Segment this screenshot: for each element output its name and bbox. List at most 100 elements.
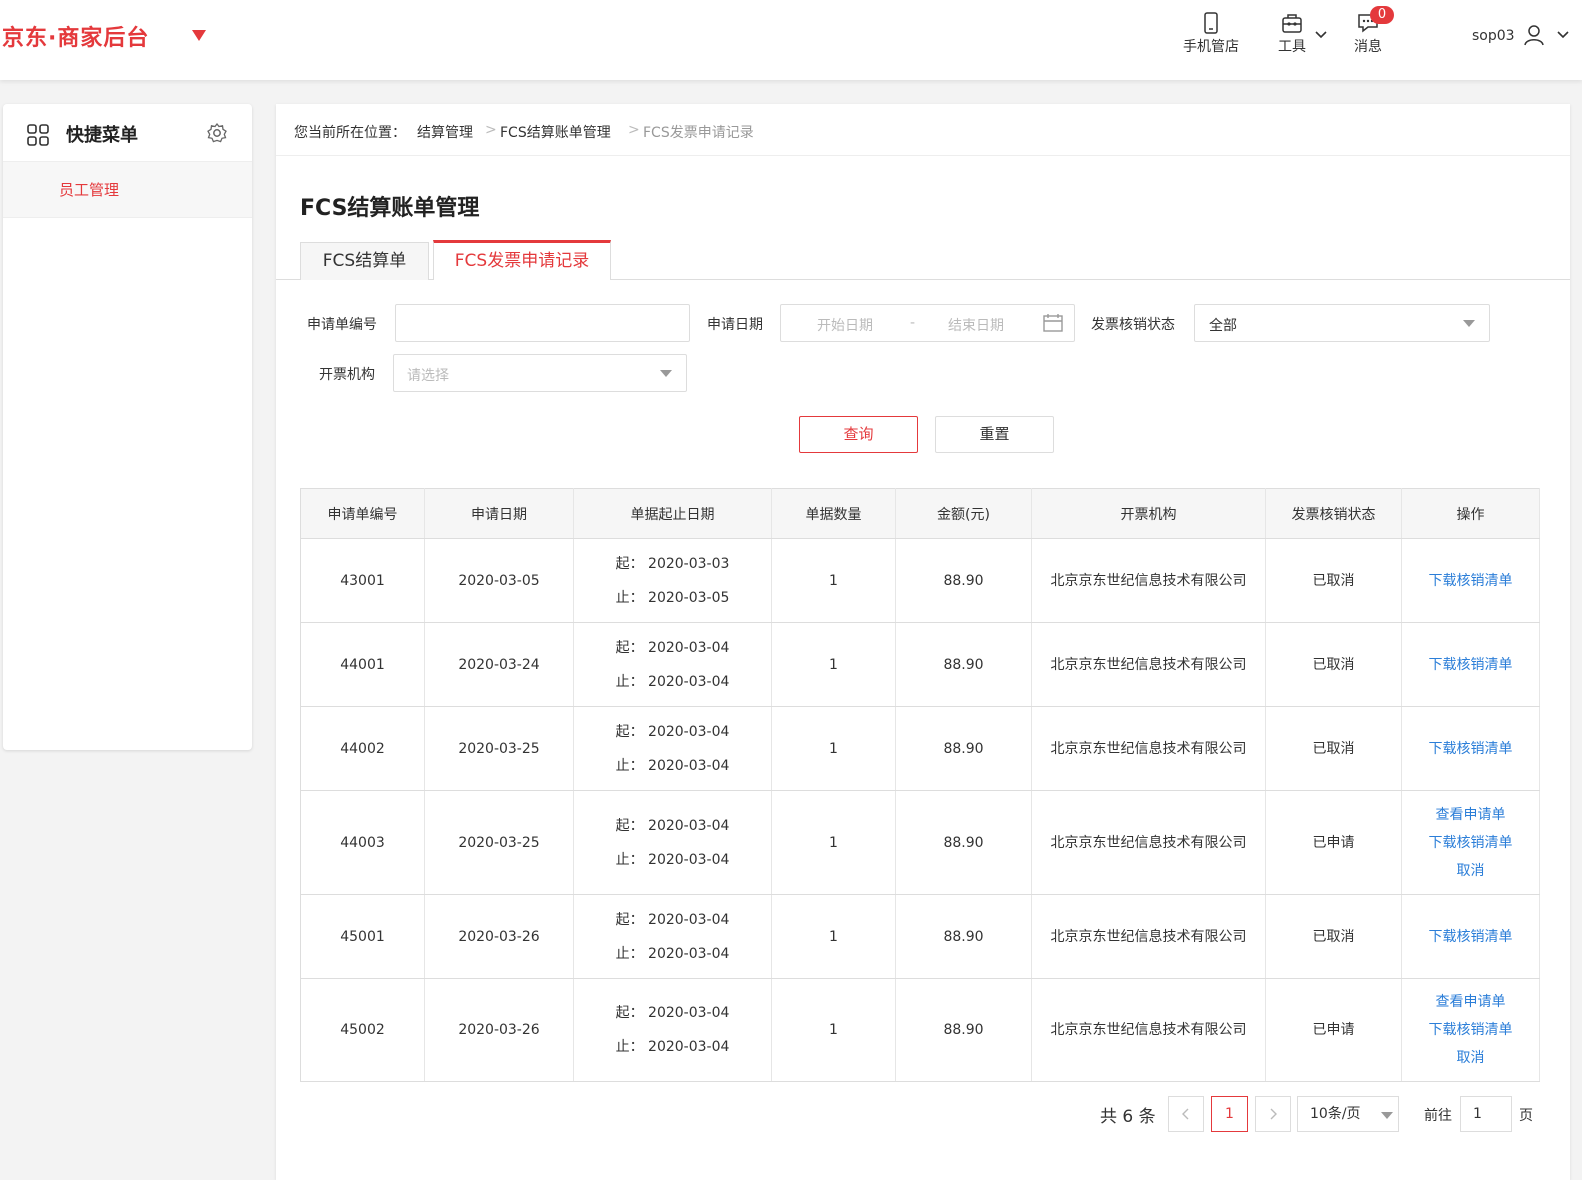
tools-label: 工具: [1278, 39, 1306, 55]
page-size-select[interactable]: 10条/页: [1297, 1096, 1399, 1132]
doc-quantity: 1: [771, 622, 896, 707]
gear-icon[interactable]: [206, 122, 228, 144]
date-start-placeholder: 开始日期: [817, 318, 873, 334]
page-suffix-label: 页: [1519, 1108, 1533, 1124]
download-writeoff-list-link[interactable]: 下载核销清单: [1402, 829, 1539, 857]
mobile-store-button[interactable]: 手机管店: [1178, 12, 1244, 56]
tab-bar: FCS结算单 FCS发票申请记录: [276, 240, 1570, 280]
sidebar-item-staff-management[interactable]: 员工管理: [3, 162, 252, 218]
download-writeoff-list-link[interactable]: 下载核销清单: [1402, 1016, 1539, 1044]
date-range-separator: -: [910, 315, 916, 331]
application-number-input[interactable]: [395, 304, 690, 342]
application-date-label: 申请日期: [707, 317, 763, 333]
table-row: 44002 2020-03-25 起： 2020-03-04 止： 2020-0…: [300, 706, 1540, 791]
query-button[interactable]: 查询: [799, 416, 918, 453]
download-writeoff-list-link[interactable]: 下载核销清单: [1402, 923, 1539, 951]
cancel-link[interactable]: 取消: [1402, 857, 1539, 885]
application-date: 2020-03-24: [424, 622, 574, 707]
row-actions: 下载核销清单: [1401, 538, 1540, 623]
column-header: 单据起止日期: [573, 488, 772, 539]
message-count-badge: 0: [1370, 6, 1394, 24]
user-chevron-down-icon[interactable]: [1556, 30, 1570, 40]
amount: 88.90: [895, 538, 1032, 623]
doc-quantity: 1: [771, 894, 896, 979]
chevron-left-icon: [1182, 1108, 1189, 1120]
column-header: 开票机构: [1031, 488, 1266, 539]
amount: 88.90: [895, 978, 1032, 1082]
invoice-status: 已申请: [1265, 978, 1402, 1082]
invoice-status-select[interactable]: 全部: [1194, 304, 1490, 342]
table-row: 44001 2020-03-24 起： 2020-03-04 止： 2020-0…: [300, 622, 1540, 707]
doc-quantity: 1: [771, 978, 896, 1082]
table-row: 45001 2020-03-26 起： 2020-03-04 止： 2020-0…: [300, 894, 1540, 979]
issuing-org: 北京京东世纪信息技术有限公司: [1031, 706, 1266, 791]
sidebar-item-label: 员工管理: [59, 181, 120, 199]
invoice-status: 已取消: [1265, 622, 1402, 707]
user-icon[interactable]: [1524, 24, 1544, 46]
reset-button[interactable]: 重置: [935, 416, 1054, 453]
issuing-org-label: 开票机构: [319, 367, 375, 383]
download-writeoff-list-link[interactable]: 下载核销清单: [1402, 567, 1539, 595]
download-writeoff-list-link[interactable]: 下载核销清单: [1402, 735, 1539, 763]
pagination-prev-button[interactable]: [1168, 1096, 1204, 1132]
row-actions: 下载核销清单: [1401, 706, 1540, 791]
view-application-link[interactable]: 查看申请单: [1402, 801, 1539, 829]
column-header: 申请单编号: [300, 488, 425, 539]
application-date: 2020-03-26: [424, 894, 574, 979]
breadcrumb-current: FCS发票申请记录: [643, 125, 754, 141]
cancel-link[interactable]: 取消: [1402, 1044, 1539, 1072]
doc-quantity: 1: [771, 538, 896, 623]
tools-button[interactable]: 工具: [1272, 12, 1312, 56]
doc-date-range: 起： 2020-03-04 止： 2020-03-04: [573, 706, 772, 791]
tab-fcs-invoice-records[interactable]: FCS发票申请记录: [433, 240, 611, 280]
application-number: 44001: [300, 622, 425, 707]
goto-page-input[interactable]: 1: [1460, 1096, 1512, 1132]
breadcrumb-settlement[interactable]: 结算管理: [417, 122, 473, 142]
brand-logo[interactable]: 京东·商家后台: [2, 20, 149, 52]
top-header: 京东·商家后台 手机管店 工具 消息 0 sop03: [0, 0, 1582, 80]
column-header: 单据数量: [771, 488, 896, 539]
table-row: 43001 2020-03-05 起： 2020-03-03 止： 2020-0…: [300, 538, 1540, 623]
column-header: 申请日期: [424, 488, 574, 539]
calendar-icon[interactable]: [1043, 314, 1063, 332]
pagination-next-button[interactable]: [1255, 1096, 1291, 1132]
username[interactable]: sop03: [1472, 28, 1515, 44]
row-actions: 下载核销清单: [1401, 894, 1540, 979]
row-actions: 查看申请单 下载核销清单 取消: [1401, 978, 1540, 1082]
application-number: 45002: [300, 978, 425, 1082]
application-date: 2020-03-26: [424, 978, 574, 1082]
messages-label: 消息: [1354, 39, 1382, 55]
row-actions: 下载核销清单: [1401, 622, 1540, 707]
application-date-range-picker[interactable]: 开始日期 - 结束日期: [780, 304, 1075, 342]
chevron-down-icon: [1381, 1112, 1393, 1119]
logo-dropdown-caret-icon[interactable]: [192, 30, 206, 41]
invoice-status-label: 发票核销状态: [1091, 317, 1175, 333]
amount: 88.90: [895, 894, 1032, 979]
doc-date-range: 起： 2020-03-04 止： 2020-03-04: [573, 978, 772, 1082]
issuing-org-select[interactable]: 请选择: [393, 354, 687, 392]
application-number: 44002: [300, 706, 425, 791]
invoice-records-table: 申请单编号 申请日期 单据起止日期 单据数量 金额(元) 开票机构 发票核销状态…: [300, 488, 1540, 1082]
invoice-status: 已取消: [1265, 894, 1402, 979]
download-writeoff-list-link[interactable]: 下载核销清单: [1402, 651, 1539, 679]
tab-fcs-settlement[interactable]: FCS结算单: [300, 242, 429, 280]
pagination-total: 共 6 条: [1100, 1107, 1156, 1127]
quick-menu-sidebar: 快捷菜单 员工管理: [3, 104, 252, 750]
view-application-link[interactable]: 查看申请单: [1402, 988, 1539, 1016]
application-number: 44003: [300, 790, 425, 895]
breadcrumb-fcs-bill[interactable]: FCS结算账单管理: [500, 122, 611, 142]
tools-chevron-down-icon[interactable]: [1314, 30, 1328, 40]
chevron-down-icon: [1463, 320, 1475, 327]
pagination-page-1[interactable]: 1: [1211, 1096, 1248, 1132]
invoice-status: 已取消: [1265, 538, 1402, 623]
quick-menu-header: 快捷菜单: [3, 104, 252, 162]
doc-date-range: 起： 2020-03-03 止： 2020-03-05: [573, 538, 772, 623]
row-actions: 查看申请单 下载核销清单 取消: [1401, 790, 1540, 895]
mobile-store-label: 手机管店: [1183, 39, 1239, 55]
column-header: 操作: [1401, 488, 1540, 539]
issuing-org: 北京京东世纪信息技术有限公司: [1031, 978, 1266, 1082]
issuing-org: 北京京东世纪信息技术有限公司: [1031, 894, 1266, 979]
application-date: 2020-03-05: [424, 538, 574, 623]
chevron-right-icon: [1270, 1108, 1277, 1120]
column-header: 发票核销状态: [1265, 488, 1402, 539]
